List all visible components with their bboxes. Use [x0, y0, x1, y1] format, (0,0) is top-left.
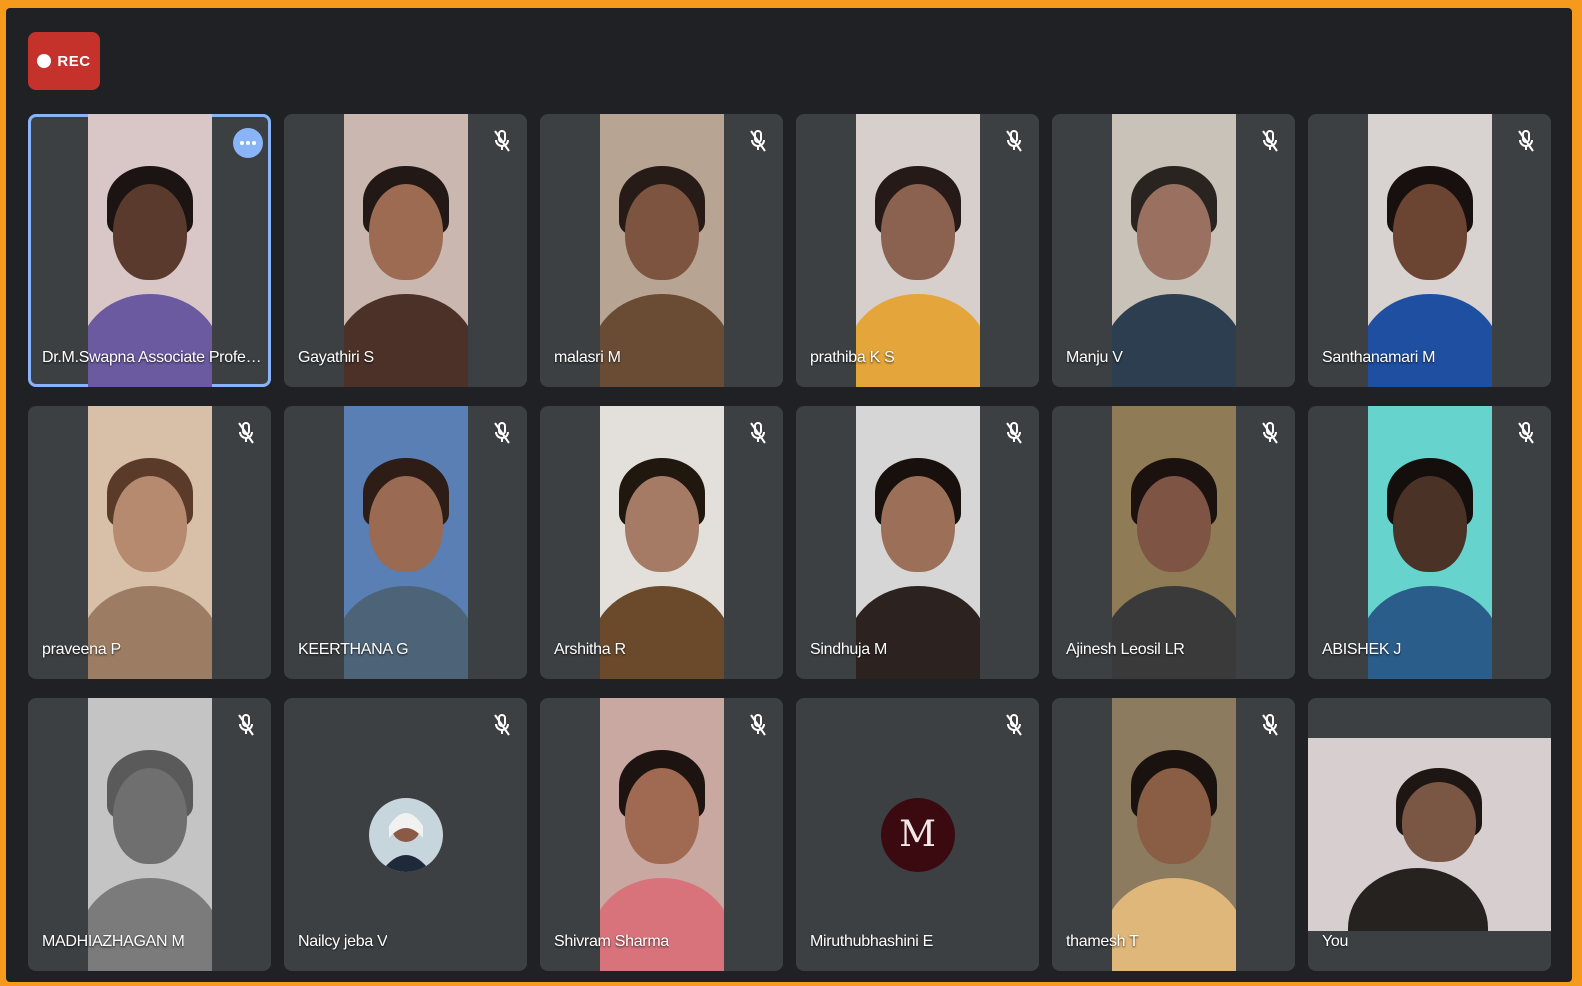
participant-avatar [368, 797, 443, 872]
participant-name: praveena P [42, 641, 121, 658]
participant-tile[interactable]: Ajinesh Leosil LR [1052, 406, 1295, 679]
participant-name: Dr.M.Swapna Associate Profes... [42, 349, 262, 366]
participant-video [87, 114, 212, 387]
participant-video [87, 698, 212, 971]
mic-off-icon [489, 420, 515, 446]
participant-name: You [1322, 933, 1349, 950]
participant-video [1367, 406, 1492, 679]
participant-video [1367, 114, 1492, 387]
more-options-icon[interactable] [233, 128, 263, 158]
participant-name: thamesh T [1066, 933, 1139, 950]
participant-tile[interactable]: Arshitha R [540, 406, 783, 679]
participant-tile[interactable]: Dr.M.Swapna Associate Profes... [28, 114, 271, 387]
participant-tile[interactable]: KEERTHANA G [284, 406, 527, 679]
mic-off-icon [1257, 420, 1283, 446]
mic-off-icon [489, 128, 515, 154]
mic-off-icon [233, 420, 259, 446]
mic-off-icon [233, 712, 259, 738]
participant-name: Miruthubhashini E [810, 933, 933, 950]
participant-tile[interactable]: ABISHEK J [1308, 406, 1551, 679]
participant-tile[interactable]: Santhanamari M [1308, 114, 1551, 387]
participant-name: malasri M [554, 349, 621, 366]
recording-label: REC [57, 52, 91, 70]
participant-tile[interactable]: prathiba K S [796, 114, 1039, 387]
participant-initial-avatar: M [880, 797, 955, 872]
recording-indicator: REC [28, 32, 100, 90]
participant-video [1111, 406, 1236, 679]
participant-video [1308, 738, 1551, 931]
participant-name: Shivram Sharma [554, 933, 669, 950]
participant-name: KEERTHANA G [298, 641, 409, 658]
participant-tile[interactable]: MADHIAZHAGAN M [28, 698, 271, 971]
participant-tile[interactable]: Gayathiri S [284, 114, 527, 387]
mic-off-icon [745, 420, 771, 446]
mic-off-icon [1001, 420, 1027, 446]
participant-video [343, 114, 468, 387]
mic-off-icon [1257, 128, 1283, 154]
meeting-window: REC Dr.M.Swapna Associate Profes... Gayat… [6, 8, 1572, 982]
mic-off-icon [1257, 712, 1283, 738]
participant-video [1111, 698, 1236, 971]
participant-name: Manju V [1066, 349, 1123, 366]
participant-tile[interactable]: thamesh T [1052, 698, 1295, 971]
participant-name: MADHIAZHAGAN M [42, 933, 185, 950]
participant-name: ABISHEK J [1322, 641, 1402, 658]
participant-tile[interactable]: M Miruthubhashini E [796, 698, 1039, 971]
participant-tile[interactable]: You [1308, 698, 1551, 971]
participant-name: Ajinesh Leosil LR [1066, 641, 1185, 658]
mic-off-icon [489, 712, 515, 738]
participant-video [87, 406, 212, 679]
participant-video [599, 698, 724, 971]
participant-name: Arshitha R [554, 641, 626, 658]
participant-tile[interactable]: praveena P [28, 406, 271, 679]
participant-name: Santhanamari M [1322, 349, 1436, 366]
participant-tile[interactable]: Manju V [1052, 114, 1295, 387]
participant-name: prathiba K S [810, 349, 895, 366]
mic-off-icon [1001, 128, 1027, 154]
participant-tile[interactable]: Shivram Sharma [540, 698, 783, 971]
participant-tile[interactable]: Sindhuja M [796, 406, 1039, 679]
participant-video [343, 406, 468, 679]
participant-name: Nailcy jeba V [298, 933, 388, 950]
mic-off-icon [1513, 128, 1539, 154]
mic-off-icon [1001, 712, 1027, 738]
participant-grid: Dr.M.Swapna Associate Profes... Gayathiri… [28, 114, 1552, 976]
mic-off-icon [745, 128, 771, 154]
participant-video [855, 406, 980, 679]
participant-tile[interactable]: malasri M [540, 114, 783, 387]
participant-video [1111, 114, 1236, 387]
participant-video [855, 114, 980, 387]
participant-tile[interactable]: Nailcy jeba V [284, 698, 527, 971]
participant-video [599, 406, 724, 679]
participant-name: Sindhuja M [810, 641, 888, 658]
mic-off-icon [745, 712, 771, 738]
participant-video [599, 114, 724, 387]
participant-name: Gayathiri S [298, 349, 374, 366]
mic-off-icon [1513, 420, 1539, 446]
record-dot-icon [37, 54, 52, 68]
